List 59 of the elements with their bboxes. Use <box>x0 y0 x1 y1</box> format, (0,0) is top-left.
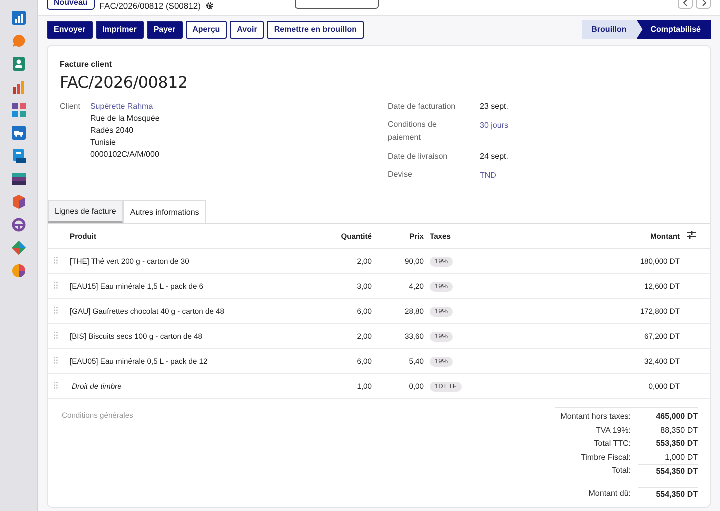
action-button[interactable]: Imprimer <box>96 20 144 38</box>
document-type: Facture client <box>60 60 114 69</box>
tab[interactable]: Lignes de facture <box>48 200 124 223</box>
box-icon[interactable] <box>12 195 26 209</box>
action-button[interactable]: Envoyer <box>47 20 93 38</box>
chevron-left-icon <box>682 0 688 6</box>
contact-card-icon[interactable] <box>12 57 26 71</box>
steering-wheel-icon[interactable] <box>12 218 26 232</box>
column-settings-icon[interactable] <box>687 231 696 239</box>
total-value: 465,000 DT <box>655 411 698 423</box>
bar-chart-icon[interactable] <box>12 80 26 94</box>
total-value: 88,350 DT <box>660 424 698 436</box>
field-value: 24 sept. <box>480 152 508 162</box>
drag-handle-icon[interactable] <box>54 382 58 388</box>
field-value: 23 sept. <box>480 102 508 112</box>
drag-handle-icon[interactable] <box>54 256 58 264</box>
status-step[interactable]: Comptabilisé <box>636 20 711 39</box>
gear-icon[interactable] <box>206 2 214 10</box>
total-label: Timbre Fiscal: <box>580 452 631 464</box>
address-line: Rue de la Mosquée <box>90 114 160 123</box>
field-label: Conditions de paiement <box>388 119 438 144</box>
field-label: Date de livraison <box>388 150 449 162</box>
chevron-right-icon <box>700 0 706 6</box>
total-label: Total: <box>610 465 631 477</box>
invoice-number: FAC/2026/00812 <box>60 73 189 92</box>
total-value: 554,350 DT <box>638 464 698 478</box>
total-label: Montant hors taxes: <box>560 411 631 423</box>
total-label: Total TTC: <box>593 438 631 450</box>
total-value: 553,350 DT <box>655 438 698 450</box>
field-link[interactable]: TND <box>480 170 508 181</box>
stripes-icon[interactable] <box>12 172 26 186</box>
action-button[interactable]: Payer <box>146 20 183 38</box>
tab[interactable]: Autres informations <box>123 200 206 223</box>
drag-handle-icon[interactable] <box>54 356 58 364</box>
action-button[interactable]: Remettre en brouillon <box>267 20 364 38</box>
total-label: Montant dû: <box>588 488 631 500</box>
grid-icon[interactable] <box>12 103 26 117</box>
total-value: 554,350 DT <box>638 486 698 501</box>
action-button[interactable]: Avoir <box>230 20 264 38</box>
address-line: 0000102C/A/M/000 <box>90 150 160 159</box>
total-value: 1,000 DT <box>664 452 698 464</box>
puzzle-icon[interactable] <box>12 241 26 255</box>
action-button[interactable]: Aperçu <box>186 20 228 38</box>
address-line: Radès 2040 <box>90 126 134 135</box>
truck-icon[interactable] <box>12 126 26 140</box>
field-label: Devise <box>388 169 414 181</box>
bar-chart-icon[interactable] <box>12 11 26 25</box>
breadcrumb: FAC/2026/00812 (S00812) <box>100 0 201 10</box>
field-link[interactable]: 30 jours <box>480 120 508 144</box>
drag-handle-icon[interactable] <box>54 332 58 338</box>
drag-handle-icon[interactable] <box>54 306 58 314</box>
document-icon[interactable] <box>12 149 26 163</box>
field-label: Date de facturation <box>388 100 457 112</box>
field-label: Client <box>60 102 80 111</box>
customer-link[interactable]: Supérette Rahma <box>90 102 154 111</box>
total-label: TVA 19%: <box>595 424 631 436</box>
drag-handle-icon[interactable] <box>54 282 58 288</box>
address-line: Tunisie <box>90 138 116 147</box>
pie-chart-icon[interactable] <box>12 264 26 278</box>
